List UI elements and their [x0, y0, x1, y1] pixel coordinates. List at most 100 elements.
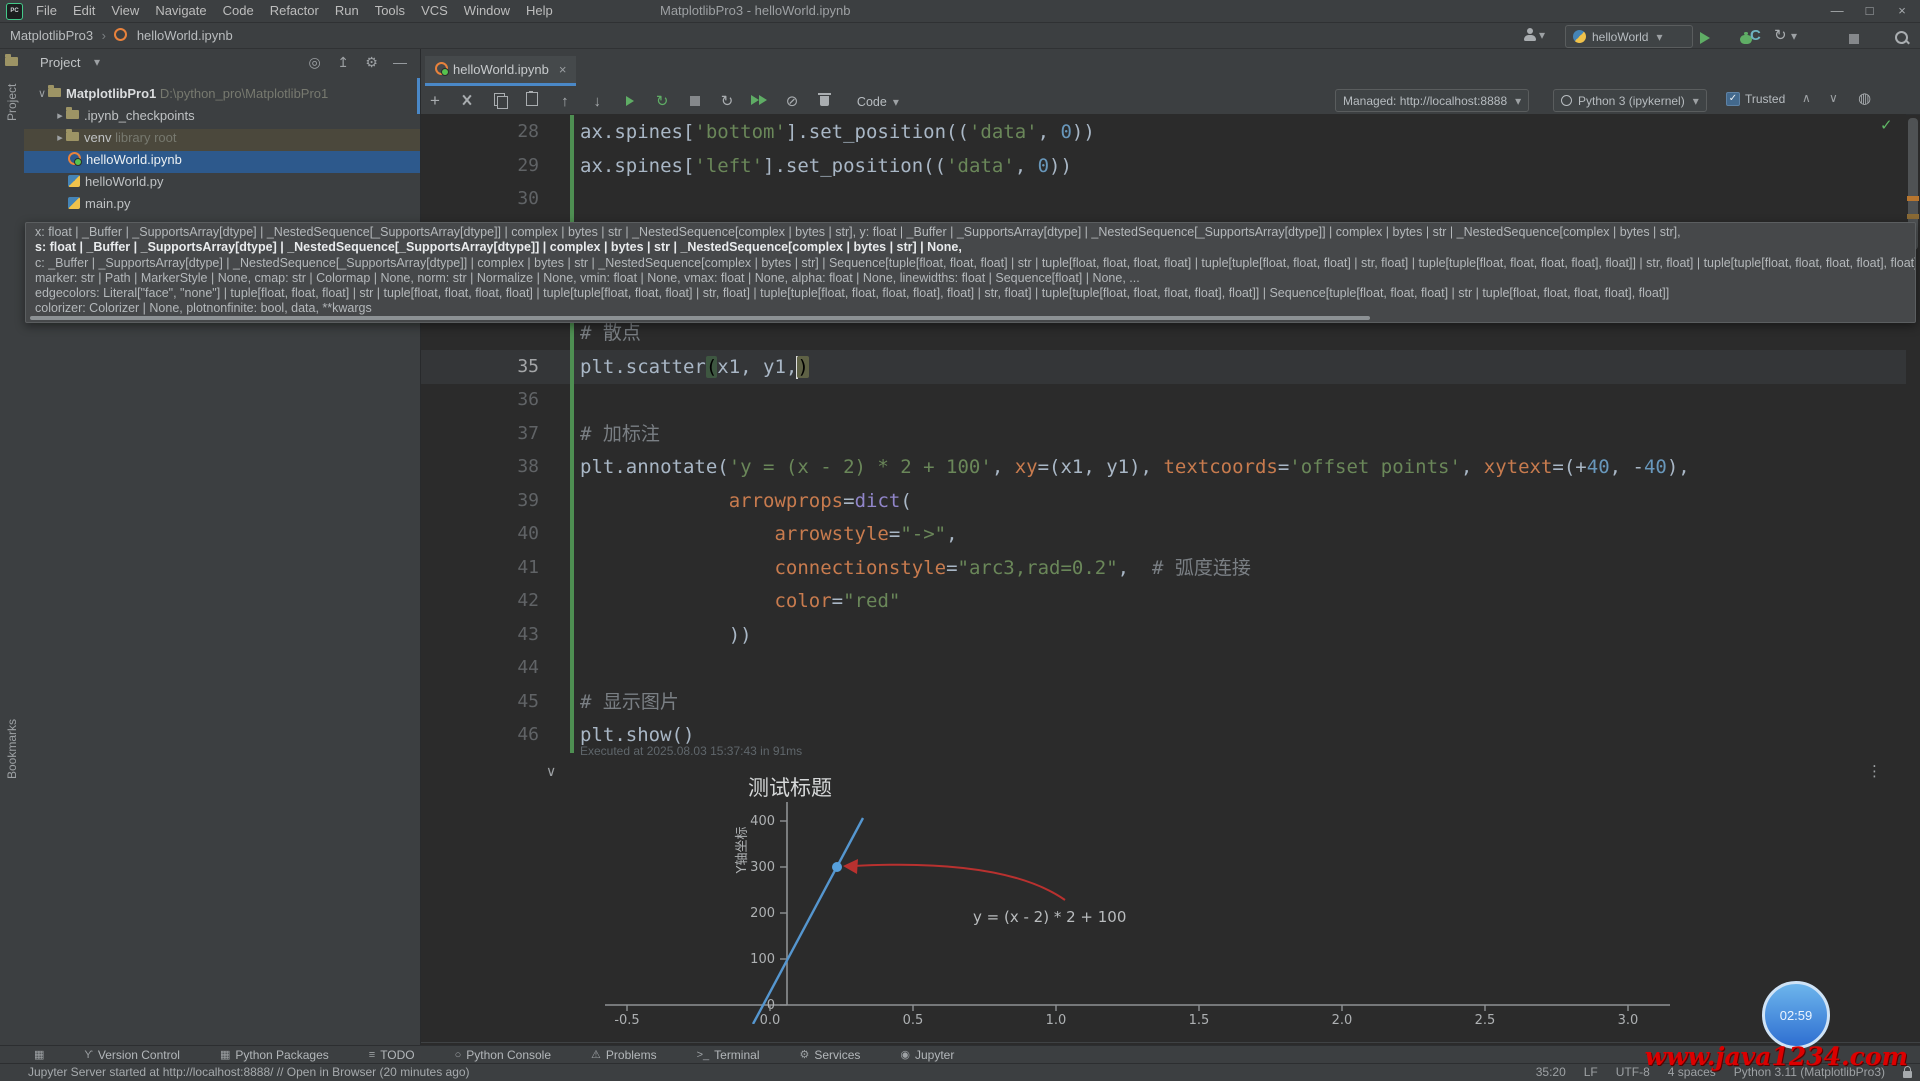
move-cell-up-button[interactable]: ↑: [551, 89, 579, 115]
menu-vcs[interactable]: VCS: [413, 0, 456, 21]
menu-file[interactable]: File: [28, 0, 65, 21]
locate-file-icon[interactable]: ◎: [303, 54, 327, 71]
status-caret-position[interactable]: 35:20: [1536, 1065, 1566, 1079]
close-icon[interactable]: ×: [559, 62, 567, 77]
code-token: ].set_position((: [786, 121, 969, 143]
code-line-40[interactable]: 40 arrowstyle="->",: [421, 517, 1906, 551]
add-cell-button[interactable]: +: [421, 88, 449, 114]
cell-type-dropdown[interactable]: Code ▾: [843, 89, 913, 115]
popup-scrollbar[interactable]: [30, 316, 1370, 320]
menu-tools[interactable]: Tools: [367, 0, 413, 21]
restart-kernel-button[interactable]: ↻: [713, 88, 741, 114]
copy-cell-button[interactable]: [486, 87, 514, 113]
kernel-selector[interactable]: Python 3 (ipykernel) ▾: [1553, 89, 1707, 112]
tree-expand-icon[interactable]: ▸: [54, 131, 66, 144]
tree-item--ipynb-checkpoints[interactable]: ▸.ipynb_checkpoints: [24, 107, 420, 129]
collapse-all-cells-icon[interactable]: ∧: [1802, 91, 1811, 105]
menu-refactor[interactable]: Refactor: [262, 0, 327, 21]
code-line-28[interactable]: 28ax.spines['bottom'].set_position(('dat…: [421, 115, 1906, 149]
code-line-35[interactable]: 35plt.scatter(x1, y1,): [421, 350, 1906, 384]
stripe-project-label[interactable]: Project: [5, 84, 19, 121]
tree-collapse-icon[interactable]: ∨: [36, 87, 48, 100]
hide-panel-icon[interactable]: —: [388, 54, 412, 70]
run-cell-button[interactable]: [616, 88, 644, 114]
code-line-42[interactable]: 42 color="red": [421, 584, 1906, 618]
notebook-settings-icon[interactable]: ◍: [1858, 89, 1871, 107]
tool-window-jupyter[interactable]: ◉Jupyter: [900, 1048, 954, 1062]
tree-root[interactable]: ∨MatplotlibPro1 D:\python_pro\Matplotlib…: [24, 85, 420, 107]
expand-all-cells-icon[interactable]: ∨: [1829, 91, 1838, 105]
code-line-45[interactable]: 45# 显示图片: [421, 685, 1906, 719]
profiler-button[interactable]: C: [1750, 27, 1761, 44]
breadcrumb-project[interactable]: MatplotlibPro3: [10, 28, 93, 43]
menu-window[interactable]: Window: [456, 0, 518, 21]
close-button[interactable]: ×: [1888, 0, 1916, 18]
rerun-button[interactable]: ↻: [1774, 26, 1787, 44]
user-menu[interactable]: ▾: [1523, 28, 1545, 42]
interrupt-kernel-button[interactable]: [681, 88, 709, 114]
error-stripe-mark[interactable]: [1907, 196, 1919, 201]
tool-window-todo[interactable]: ≡TODO: [369, 1048, 415, 1062]
breadcrumb-file[interactable]: helloWorld.ipynb: [137, 28, 233, 43]
clear-outputs-button[interactable]: ⊘: [778, 88, 806, 114]
project-stripe-icon[interactable]: [5, 57, 18, 66]
code-line-30[interactable]: 30: [421, 182, 1906, 216]
gear-icon[interactable]: ⚙: [360, 54, 384, 71]
project-panel-title[interactable]: Project: [40, 55, 80, 70]
collapse-output-icon[interactable]: ∨: [546, 763, 556, 780]
delete-cell-button[interactable]: [810, 87, 838, 113]
panel-scrollbar[interactable]: [417, 78, 420, 114]
run-button[interactable]: [1700, 32, 1710, 44]
minimize-button[interactable]: —: [1823, 0, 1851, 18]
menu-edit[interactable]: Edit: [65, 0, 103, 21]
code-line-38[interactable]: 38plt.annotate('y = (x - 2) * 2 + 100', …: [421, 450, 1906, 484]
lock-icon[interactable]: [1903, 1071, 1912, 1078]
paste-cell-button[interactable]: [518, 86, 546, 112]
tool-window-terminal[interactable]: >_Terminal: [697, 1048, 760, 1062]
tool-window-python-console[interactable]: ○Python Console: [455, 1048, 551, 1062]
tree-item-main-py[interactable]: main.py: [24, 195, 420, 217]
tool-window-services[interactable]: ⚙Services: [800, 1048, 861, 1062]
status-message[interactable]: Jupyter Server started at http://localho…: [28, 1065, 470, 1079]
menu-help[interactable]: Help: [518, 0, 561, 21]
code-line-44[interactable]: 44: [421, 651, 1906, 685]
server-selector[interactable]: Managed: http://localhost:8888 ▾: [1335, 89, 1529, 112]
error-stripe-mark[interactable]: [1907, 214, 1919, 219]
menu-run[interactable]: Run: [327, 0, 367, 21]
run-config-selector[interactable]: helloWorld ▾: [1565, 25, 1693, 48]
tool-window-python-packages[interactable]: ▦Python Packages: [220, 1048, 329, 1062]
code-token: , -: [1610, 456, 1644, 478]
code-line-39[interactable]: 39 arrowprops=dict(: [421, 484, 1906, 518]
code-line-36[interactable]: 36: [421, 383, 1906, 417]
tree-expand-icon[interactable]: ▸: [54, 109, 66, 122]
tool-window-version-control[interactable]: ϒVersion Control: [84, 1048, 180, 1062]
run-all-below-button[interactable]: [746, 87, 774, 113]
code-line-37[interactable]: 37# 加标注: [421, 417, 1906, 451]
tree-item-helloworld-ipynb[interactable]: helloWorld.ipynb: [24, 151, 420, 173]
status-line-separator[interactable]: LF: [1584, 1065, 1598, 1079]
indent: [24, 107, 54, 122]
tree-item-helloworld-py[interactable]: helloWorld.py: [24, 173, 420, 195]
move-cell-down-button[interactable]: ↓: [583, 89, 611, 115]
code-line-43[interactable]: 43 )): [421, 618, 1906, 652]
tool-window-problems[interactable]: ⚠Problems: [591, 1048, 657, 1062]
stripe-bookmarks-label[interactable]: Bookmarks: [5, 719, 19, 779]
collapse-all-icon[interactable]: ↥: [331, 54, 355, 71]
menu-navigate[interactable]: Navigate: [147, 0, 214, 21]
trusted-checkbox[interactable]: ✓ Trusted: [1726, 92, 1785, 106]
run-all-cells-button[interactable]: ↻: [648, 88, 676, 114]
stop-button[interactable]: [1849, 34, 1859, 44]
search-everywhere-icon[interactable]: [1895, 31, 1908, 44]
menu-code[interactable]: Code: [215, 0, 262, 21]
cut-cell-button[interactable]: [453, 87, 481, 113]
window-switcher-icon[interactable]: ▦: [34, 1048, 44, 1061]
maximize-button[interactable]: □: [1856, 0, 1884, 18]
code-editor[interactable]: 28ax.spines['bottom'].set_position(('dat…: [421, 114, 1906, 766]
menu-view[interactable]: View: [103, 0, 147, 21]
code-line-41[interactable]: 41 connectionstyle="arc3,rad=0.2", # 弧度连…: [421, 551, 1906, 585]
chevron-down-icon[interactable]: ▾: [94, 55, 100, 69]
code-line-29[interactable]: 29ax.spines['left'].set_position(('data'…: [421, 149, 1906, 183]
inspections-ok-icon[interactable]: ✓: [1880, 116, 1893, 134]
tree-item-venv[interactable]: ▸venv library root: [24, 129, 420, 151]
tab-helloworld-ipynb[interactable]: helloWorld.ipynb ×: [425, 56, 576, 86]
